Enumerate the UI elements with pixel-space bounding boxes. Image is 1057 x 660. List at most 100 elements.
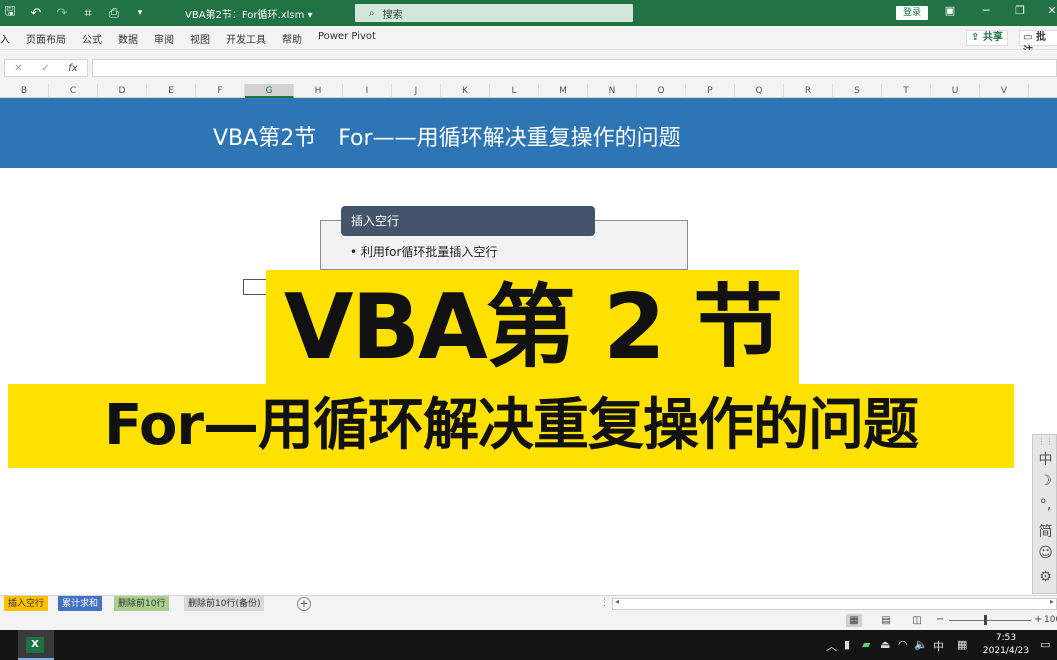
column-header[interactable]: G <box>245 84 294 98</box>
comments-button[interactable]: ▭ 批注 <box>1019 30 1057 57</box>
excel-taskbar-button[interactable]: X <box>18 630 54 660</box>
tab-split-handle[interactable]: ⋮ <box>600 598 609 608</box>
title-banner: VBA第2节 For——用循环解决重复操作的问题 <box>0 98 1057 168</box>
ime-mode-indicator[interactable]: 中 <box>933 638 944 654</box>
cancel-icon[interactable]: ✕ <box>14 63 22 74</box>
zoom-slider-thumb[interactable] <box>984 615 987 625</box>
ribbon-tab[interactable]: 页面布局 <box>26 31 66 46</box>
column-header[interactable]: C <box>49 84 98 98</box>
banner-title: VBA第2节 For——用循环解决重复操作的问题 <box>213 126 681 151</box>
ime-grid-icon[interactable]: ▦ <box>957 638 967 651</box>
sheet-tab[interactable]: 删除前10行(备份) <box>184 596 265 612</box>
column-header[interactable]: V <box>980 84 1029 98</box>
overlay-title-line2: For—用循环解决重复操作的问题 <box>103 393 919 458</box>
save-icon[interactable]: 🖫 <box>2 2 18 24</box>
column-header[interactable]: M <box>539 84 588 98</box>
microphone-icon[interactable]: ▮ <box>844 638 850 651</box>
formula-input[interactable] <box>92 59 1057 77</box>
wifi-icon[interactable]: ◠ <box>898 638 908 651</box>
column-header[interactable]: Q <box>735 84 784 98</box>
undo-icon[interactable]: ↶ <box>28 6 44 21</box>
column-header[interactable]: O <box>637 84 686 98</box>
ribbon-tab[interactable]: 公式 <box>82 31 102 46</box>
column-header[interactable]: H <box>294 84 343 98</box>
zoom-out-icon[interactable]: − <box>936 614 944 625</box>
insert-function-icon[interactable]: fx <box>68 63 77 74</box>
page-break-view-icon[interactable]: ◫ <box>909 614 925 627</box>
column-header[interactable]: F <box>196 84 245 98</box>
column-header[interactable]: J <box>392 84 441 98</box>
sheet-tab[interactable]: 插入空行 <box>4 596 49 612</box>
add-sheet-icon[interactable]: + <box>297 597 311 611</box>
column-header[interactable]: B <box>0 84 49 98</box>
ribbon-display-options-icon[interactable]: ▣ <box>940 4 960 17</box>
ribbon-tab[interactable]: 入 <box>0 31 10 46</box>
column-header[interactable]: D <box>98 84 147 98</box>
excel-icon: X <box>26 637 44 653</box>
zoom-in-icon[interactable]: + <box>1034 614 1042 625</box>
search-icon: ⌕ <box>369 7 375 19</box>
worksheet-grid[interactable]: VBA第2节 For——用循环解决重复操作的问题 插入空行 • 利用for循环批… <box>0 98 1057 595</box>
restore-icon[interactable]: ❐ <box>1010 4 1030 17</box>
notification-icon[interactable]: ▭ <box>1040 638 1050 651</box>
ribbon-tab[interactable]: 数据 <box>118 31 138 46</box>
ribbon-tabs: 入 页面布局 公式 数据 审阅 视图 开发工具 帮助 Power Pivot <box>0 31 392 46</box>
column-header[interactable]: T <box>882 84 931 98</box>
ribbon-tab[interactable]: 开发工具 <box>226 31 266 46</box>
column-header[interactable]: N <box>588 84 637 98</box>
page-layout-view-icon[interactable]: ▤ <box>878 614 894 627</box>
volume-icon[interactable]: 🔈 <box>914 638 928 651</box>
ime-simplified[interactable]: 简 <box>1033 521 1057 541</box>
login-button[interactable]: 登录 <box>896 6 928 20</box>
tray-expand-icon[interactable]: ︿ <box>826 638 837 654</box>
clock-time: 7:53 <box>995 633 1017 643</box>
column-header[interactable]: R <box>784 84 833 98</box>
ribbon: 入 页面布局 公式 数据 审阅 视图 开发工具 帮助 Power Pivot ⇪ 共享 ▭ 批注 <box>0 26 1057 57</box>
ribbon-tab[interactable]: Power Pivot <box>318 31 376 46</box>
column-header[interactable]: P <box>686 84 735 98</box>
format-painter-icon[interactable]: ⌗ <box>80 6 96 21</box>
ime-grip-icon[interactable]: ⋮⋮ <box>1033 437 1057 446</box>
sheet-tab[interactable]: 累计求和 <box>58 596 103 612</box>
ribbon-tab[interactable]: 帮助 <box>282 31 302 46</box>
column-header[interactable]: K <box>441 84 490 98</box>
formula-buttons: ✕ ✓ fx <box>4 59 88 77</box>
column-header[interactable]: I <box>343 84 392 98</box>
enter-icon[interactable]: ✓ <box>41 63 49 74</box>
minimize-icon[interactable]: ─ <box>976 4 996 17</box>
normal-view-icon[interactable]: ▦ <box>846 614 862 627</box>
sheet-tab[interactable]: 删除前10行 <box>114 596 170 612</box>
moon-icon[interactable]: ☽ <box>1033 473 1057 489</box>
column-header[interactable]: S <box>833 84 882 98</box>
column-header[interactable]: U <box>931 84 980 98</box>
settings-icon[interactable]: ⚙ <box>1033 569 1057 585</box>
close-icon[interactable]: ✕ <box>1042 4 1057 17</box>
system-clock[interactable]: 7:53 2021/4/23 <box>982 632 1030 658</box>
redo-icon[interactable]: ↷ <box>54 6 70 21</box>
sheet-tabs-bar: 插入空行 累计求和 删除前10行 删除前10行(备份) + ⋮ ◂ ▸ <box>0 595 1057 612</box>
ime-chinese-mode[interactable]: 中 <box>1033 449 1057 469</box>
column-headers: BCDEFGHIJKLMNOPQRSTUV <box>0 84 1057 98</box>
overlay-title-line1: VBA第 2 节 <box>283 275 783 380</box>
scroll-right-icon[interactable]: ▸ <box>1050 597 1054 606</box>
clock-date: 2021/4/23 <box>982 646 1030 656</box>
print-preview-icon[interactable]: ⎙ <box>106 6 122 21</box>
search-input[interactable]: ⌕ 搜索 <box>355 4 633 22</box>
emoji-icon[interactable]: ☺ <box>1033 545 1057 561</box>
status-bar: ▦ ▤ ◫ − + 100 <box>0 611 1057 630</box>
usb-icon[interactable]: ⏏ <box>880 638 890 651</box>
column-header[interactable]: L <box>490 84 539 98</box>
zoom-slider[interactable] <box>949 620 1031 621</box>
punctuation-icon[interactable]: °, <box>1033 497 1057 513</box>
smartart-heading[interactable]: 插入空行 <box>341 206 595 236</box>
zoom-level[interactable]: 100 <box>1044 615 1057 625</box>
horizontal-scrollbar[interactable]: ◂ ▸ <box>612 597 1057 610</box>
shape-box[interactable] <box>243 279 267 295</box>
scroll-left-icon[interactable]: ◂ <box>615 597 619 606</box>
column-header[interactable]: E <box>147 84 196 98</box>
ribbon-tab[interactable]: 审阅 <box>154 31 174 46</box>
customize-qat-icon[interactable]: ▾ <box>132 8 148 18</box>
ribbon-tab[interactable]: 视图 <box>190 31 210 46</box>
share-button[interactable]: ⇪ 共享 <box>966 30 1008 46</box>
nvidia-icon[interactable]: ▰ <box>862 638 870 651</box>
